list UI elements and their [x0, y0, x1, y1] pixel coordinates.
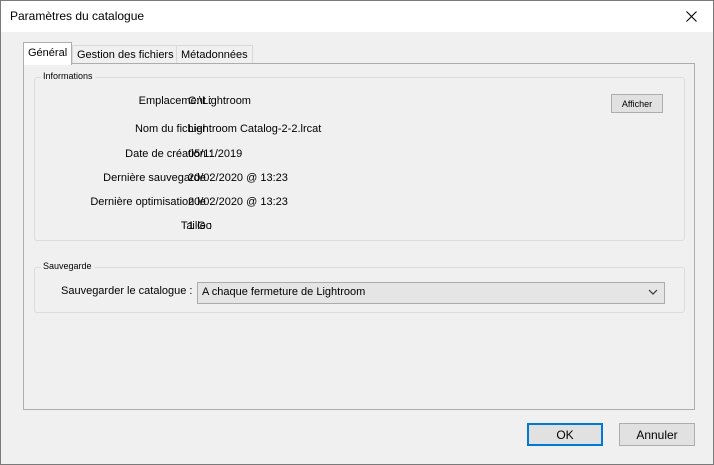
show-in-explorer-button[interactable]: Afficher: [611, 94, 663, 113]
cancel-button[interactable]: Annuler: [619, 423, 695, 446]
backup-label: Sauvegarder le catalogue :: [61, 285, 193, 297]
location-value: C:\Lightroom: [188, 95, 251, 107]
info-labels: Emplacement : Nom du fichier : Date de c…: [35, 78, 212, 240]
tab-panel-general: Informations Emplacement : Nom du fichie…: [23, 63, 695, 410]
last-optimization-value: 20/02/2020 @ 13:23: [188, 196, 288, 208]
filename-value: Lightroom Catalog-2-2.lrcat: [188, 123, 322, 135]
backup-frequency-value: A chaque fermeture de Lightroom: [202, 286, 366, 298]
backup-frequency-select[interactable]: A chaque fermeture de Lightroom: [197, 282, 665, 304]
chevron-down-icon: [648, 289, 658, 295]
ok-button[interactable]: OK: [527, 423, 603, 446]
tab-metadata[interactable]: Métadonnées: [176, 45, 253, 64]
size-value: 1 Go: [188, 220, 212, 232]
catalog-settings-dialog: Paramètres du catalogue Général Gestion …: [0, 0, 714, 465]
creation-date-value: 05/11/2019: [188, 148, 243, 160]
tab-file-handling[interactable]: Gestion des fichiers: [72, 45, 179, 64]
close-button[interactable]: [669, 1, 713, 32]
tab-general[interactable]: Général: [23, 42, 73, 65]
title-bar: Paramètres du catalogue: [1, 1, 713, 32]
window-title: Paramètres du catalogue: [10, 9, 145, 23]
backup-group: Sauvegarde Sauvegarder le catalogue : A …: [34, 261, 685, 313]
backup-legend: Sauvegarde: [41, 261, 94, 271]
last-backup-value: 20/02/2020 @ 13:23: [188, 172, 288, 184]
information-group: Informations Emplacement : Nom du fichie…: [34, 71, 685, 241]
close-icon: [685, 11, 697, 22]
